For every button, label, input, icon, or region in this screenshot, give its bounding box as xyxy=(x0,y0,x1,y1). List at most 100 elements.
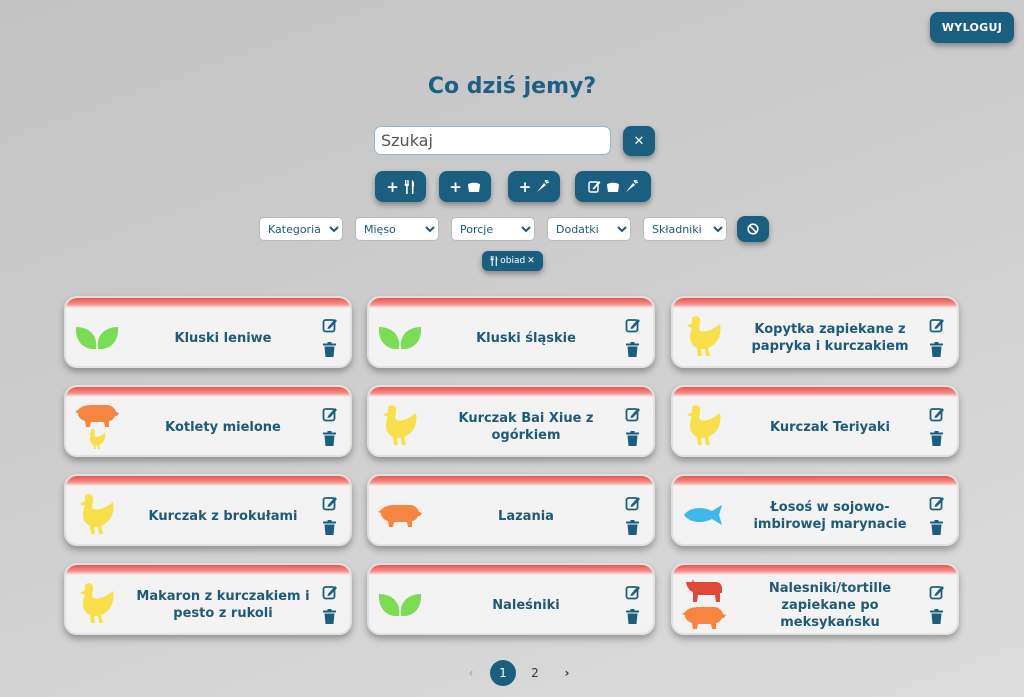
recipe-name[interactable]: Kurczak Teriyaki xyxy=(735,399,925,455)
pagination-page-1[interactable]: 1 xyxy=(490,660,516,686)
delete-recipe-button[interactable] xyxy=(930,431,943,446)
recipe-card[interactable]: Kotlety mielone xyxy=(64,385,352,457)
edit-recipe-button[interactable] xyxy=(625,317,641,333)
delete-recipe-button[interactable] xyxy=(930,520,943,535)
trash-icon xyxy=(930,342,943,357)
recipe-icons xyxy=(375,486,425,544)
leaf-icon xyxy=(378,327,422,350)
recipe-name[interactable]: Kopytka zapiekane z papryka i kurczakiem xyxy=(735,310,925,366)
pig-icon xyxy=(75,404,119,427)
trash-icon xyxy=(626,609,639,624)
edit-recipe-button[interactable] xyxy=(625,495,641,511)
recipe-name[interactable]: Kotlety mielone xyxy=(128,399,318,455)
fork-knife-icon xyxy=(404,179,414,194)
edit-icon xyxy=(625,586,640,600)
edit-icon xyxy=(322,586,337,600)
recipe-card[interactable]: Kopytka zapiekane z papryka i kurczakiem xyxy=(671,296,959,368)
edit-items-button[interactable] xyxy=(575,171,651,202)
active-filter-chip[interactable]: obiad ✕ xyxy=(482,251,543,271)
filter-skladniki[interactable]: Składniki xyxy=(643,217,727,241)
edit-recipe-button[interactable] xyxy=(929,584,945,600)
chip-remove-icon[interactable]: ✕ xyxy=(527,256,535,266)
edit-recipe-button[interactable] xyxy=(322,406,338,422)
edit-icon xyxy=(322,319,337,333)
fork-knife-icon xyxy=(490,256,498,266)
edit-icon xyxy=(625,408,640,422)
recipe-name[interactable]: Nalesniki/tortille zapiekane po meksykań… xyxy=(735,577,925,633)
recipe-card[interactable]: Naleśniki xyxy=(367,563,655,635)
filter-mieso[interactable]: Mięso xyxy=(355,217,439,241)
carrot-icon xyxy=(537,180,550,192)
recipe-icons xyxy=(375,575,425,633)
recipe-card[interactable]: Nalesniki/tortille zapiekane po meksykań… xyxy=(671,563,959,635)
recipe-name[interactable]: Makaron z kurczakiem i pesto z rukoli xyxy=(128,577,318,633)
edit-recipe-button[interactable] xyxy=(322,317,338,333)
add-side-button[interactable]: + xyxy=(439,171,491,202)
edit-recipe-button[interactable] xyxy=(625,406,641,422)
recipe-name[interactable]: Kluski leniwe xyxy=(128,310,318,366)
delete-recipe-button[interactable] xyxy=(323,342,336,357)
pig-icon xyxy=(378,505,422,527)
edit-recipe-button[interactable] xyxy=(322,584,338,600)
edit-recipe-button[interactable] xyxy=(929,317,945,333)
filter-dodatki[interactable]: Dodatki xyxy=(547,217,631,241)
trash-icon xyxy=(930,431,943,446)
edit-icon xyxy=(929,408,944,422)
delete-recipe-button[interactable] xyxy=(930,342,943,357)
plus-icon: + xyxy=(518,177,532,196)
chicken-icon xyxy=(88,428,106,449)
reset-filters-button[interactable] xyxy=(737,216,769,242)
logout-button[interactable]: WYLOGUJ xyxy=(930,12,1014,43)
recipe-icons xyxy=(375,308,425,366)
recipe-card[interactable]: Kurczak z brokułami xyxy=(64,474,352,546)
recipe-name[interactable]: Kurczak Bai Xiue z ogórkiem xyxy=(431,399,621,455)
delete-recipe-button[interactable] xyxy=(930,609,943,624)
delete-recipe-button[interactable] xyxy=(323,609,336,624)
delete-recipe-button[interactable] xyxy=(626,431,639,446)
pagination-page-2[interactable]: 2 xyxy=(522,660,548,686)
delete-recipe-button[interactable] xyxy=(626,520,639,535)
recipe-card[interactable]: Kluski śląskie xyxy=(367,296,655,368)
recipe-name[interactable]: Kluski śląskie xyxy=(431,310,621,366)
trash-icon xyxy=(323,609,336,624)
delete-recipe-button[interactable] xyxy=(323,431,336,446)
pagination-prev[interactable]: ‹ xyxy=(458,660,484,686)
search-input[interactable] xyxy=(374,126,611,155)
trash-icon xyxy=(323,431,336,446)
recipe-card[interactable]: Kurczak Teriyaki xyxy=(671,385,959,457)
pagination-next[interactable]: › xyxy=(554,660,580,686)
delete-recipe-button[interactable] xyxy=(323,520,336,535)
leaf-icon xyxy=(75,327,119,350)
add-dish-button[interactable]: + xyxy=(375,171,426,202)
recipe-name[interactable]: Naleśniki xyxy=(431,577,621,633)
delete-recipe-button[interactable] xyxy=(626,609,639,624)
bowl-icon xyxy=(467,182,480,192)
delete-recipe-button[interactable] xyxy=(626,342,639,357)
recipe-card[interactable]: Lazania xyxy=(367,474,655,546)
recipe-icons xyxy=(679,308,729,366)
recipe-name[interactable]: Lazania xyxy=(431,488,621,544)
recipe-card[interactable]: Łosoś w sojowo-imbirowej marynacie xyxy=(671,474,959,546)
recipe-name[interactable]: Łosoś w sojowo-imbirowej marynacie xyxy=(735,488,925,544)
chicken-icon xyxy=(383,405,417,445)
recipe-icons xyxy=(72,397,122,455)
trash-icon xyxy=(930,520,943,535)
trash-icon xyxy=(930,609,943,624)
filter-porcje[interactable]: Porcje xyxy=(451,217,535,241)
recipe-card[interactable]: Makaron z kurczakiem i pesto z rukoli xyxy=(64,563,352,635)
edit-icon xyxy=(929,497,944,511)
edit-icon xyxy=(625,497,640,511)
edit-recipe-button[interactable] xyxy=(929,495,945,511)
edit-icon xyxy=(322,408,337,422)
edit-recipe-button[interactable] xyxy=(625,584,641,600)
filter-kategoria[interactable]: Kategoria xyxy=(259,217,343,241)
clear-search-button[interactable]: ✕ xyxy=(623,126,655,156)
recipe-card[interactable]: Kluski leniwe xyxy=(64,296,352,368)
edit-recipe-button[interactable] xyxy=(929,406,945,422)
recipe-icons xyxy=(72,486,122,544)
edit-recipe-button[interactable] xyxy=(322,495,338,511)
add-ingredient-button[interactable]: + xyxy=(508,171,560,202)
recipe-card[interactable]: Kurczak Bai Xiue z ogórkiem xyxy=(367,385,655,457)
recipe-name[interactable]: Kurczak z brokułami xyxy=(128,488,318,544)
trash-icon xyxy=(323,520,336,535)
